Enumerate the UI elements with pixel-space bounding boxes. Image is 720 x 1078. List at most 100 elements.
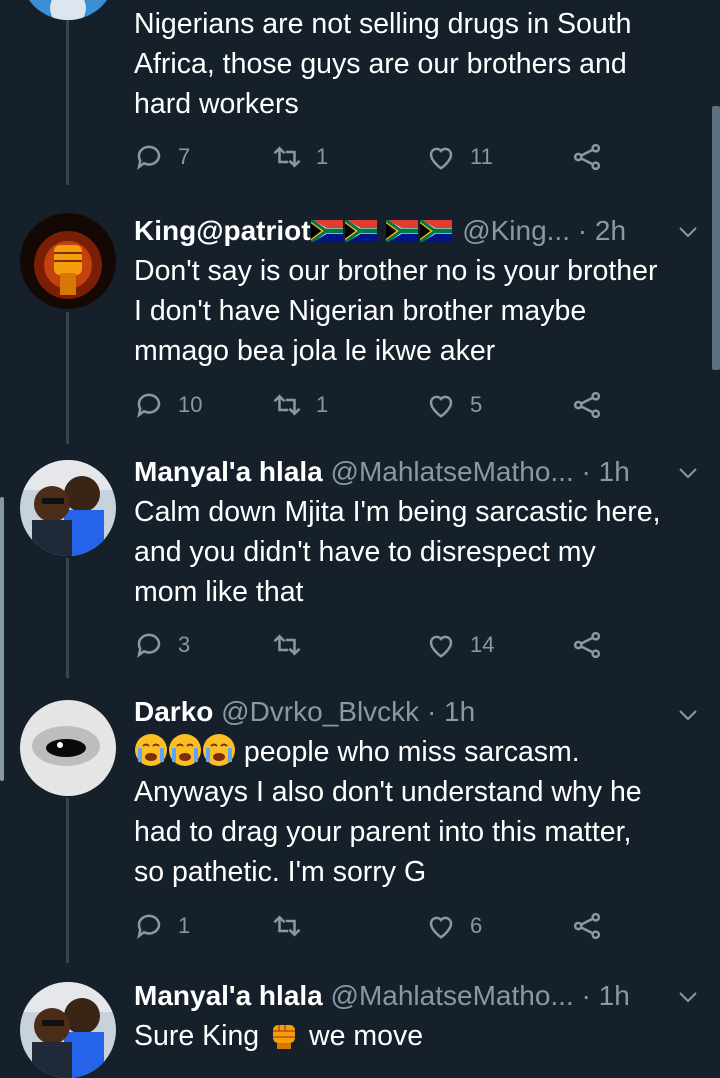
reply-count: 7 bbox=[178, 144, 191, 169]
share-button[interactable] bbox=[572, 908, 616, 944]
tweet-text-line: Sure King we move bbox=[134, 1016, 694, 1056]
tweet-text: we move bbox=[301, 1020, 424, 1052]
tweet-header: Darko @Dvrko_Blvckk · 1h bbox=[134, 692, 688, 732]
like-button[interactable]: 14 bbox=[426, 627, 494, 663]
tweet-header: Manyal'a hlala @MahlatseMatho... · 1h bbox=[134, 452, 688, 492]
share-icon bbox=[573, 391, 601, 419]
tweet-body: Nigerians are not selling drugs in South… bbox=[134, 4, 694, 124]
avatar[interactable] bbox=[20, 982, 116, 1078]
thread-line bbox=[66, 0, 69, 185]
flag-south-africa-icon bbox=[310, 215, 455, 246]
avatar[interactable] bbox=[20, 700, 116, 796]
tweet-text-line: mom like that bbox=[134, 576, 304, 608]
tweet-text-line: Anyways I also don't understand why he bbox=[134, 776, 642, 808]
retweet-button[interactable] bbox=[272, 627, 316, 663]
tweet-text-line: mmago bea jola le ikwe aker bbox=[134, 335, 496, 367]
tweet-text-line: Don't say is our brother no is your brot… bbox=[134, 255, 658, 287]
share-icon bbox=[573, 143, 601, 171]
share-button[interactable] bbox=[572, 387, 616, 423]
retweet-icon bbox=[273, 634, 301, 656]
handle[interactable]: @MahlatseMatho... bbox=[331, 980, 574, 1011]
like-count: 11 bbox=[470, 144, 493, 169]
tweet-text-line: had to drag your parent into this matter… bbox=[134, 816, 632, 848]
fist-emoji bbox=[267, 1020, 301, 1052]
like-button[interactable]: 5 bbox=[426, 387, 482, 423]
tweet-text-line: Africa, those guys are our brothers and bbox=[134, 48, 627, 80]
timestamp: · 1h bbox=[573, 456, 630, 487]
tweet-actions: 3 14 bbox=[134, 627, 634, 663]
handle[interactable]: @MahlatseMatho... bbox=[331, 456, 574, 487]
reply-button[interactable]: 3 bbox=[134, 627, 190, 663]
tweet-actions: 7 1 11 bbox=[134, 139, 634, 175]
reply-count: 3 bbox=[178, 632, 191, 657]
scrollbar[interactable] bbox=[712, 106, 720, 370]
display-name[interactable]: King@patriot bbox=[134, 215, 311, 246]
tweet-body: people who miss sarcasm. Anyways I also … bbox=[134, 732, 694, 892]
handle[interactable]: @King... bbox=[462, 215, 570, 246]
like-count: 5 bbox=[470, 392, 483, 417]
reply-button[interactable]: 1 bbox=[134, 908, 190, 944]
chevron-down-icon[interactable] bbox=[678, 990, 698, 1004]
retweet-button[interactable]: 1 bbox=[272, 139, 328, 175]
tweet-text-line: hard workers bbox=[134, 88, 299, 120]
thread-line bbox=[66, 558, 69, 678]
crying-face-emoji bbox=[134, 734, 236, 768]
avatar[interactable] bbox=[20, 0, 116, 20]
retweet-button[interactable]: 1 bbox=[272, 387, 328, 423]
display-name[interactable]: Manyal'a hlala bbox=[134, 456, 323, 487]
tweet-text: Sure King bbox=[134, 1020, 268, 1052]
thread-line bbox=[66, 312, 69, 444]
retweet-icon bbox=[273, 915, 301, 937]
tweet-header: King@patriot @King... · 2h bbox=[134, 211, 688, 251]
like-count: 14 bbox=[470, 632, 495, 657]
like-icon bbox=[429, 147, 453, 170]
share-icon bbox=[573, 912, 601, 940]
like-button[interactable]: 11 bbox=[426, 139, 493, 175]
reply-button[interactable]: 7 bbox=[134, 139, 190, 175]
tweet-text-line: and you didn't have to disrespect my bbox=[134, 536, 596, 568]
retweet-count: 1 bbox=[316, 392, 329, 417]
timestamp: · 1h bbox=[573, 980, 630, 1011]
tweet-header: Manyal'a hlala @MahlatseMatho... · 1h bbox=[134, 976, 688, 1016]
retweet-icon bbox=[273, 394, 301, 416]
like-icon bbox=[429, 395, 453, 418]
reply-count: 1 bbox=[178, 913, 191, 938]
avatar[interactable] bbox=[20, 460, 116, 556]
timestamp: · 1h bbox=[419, 696, 476, 727]
reply-icon bbox=[137, 145, 161, 170]
tweet-body: Calm down Mjita I'm being sarcastic here… bbox=[134, 492, 694, 612]
reply-icon bbox=[137, 393, 161, 418]
timestamp: · 2h bbox=[570, 215, 627, 246]
chevron-down-icon[interactable] bbox=[678, 466, 698, 480]
handle[interactable]: @Dvrko_Blvckk bbox=[221, 696, 419, 727]
like-count: 6 bbox=[470, 913, 483, 938]
reply-count: 10 bbox=[178, 392, 203, 417]
retweet-count: 1 bbox=[316, 144, 329, 169]
reply-button[interactable]: 10 bbox=[134, 387, 202, 423]
retweet-icon bbox=[273, 146, 301, 168]
like-icon bbox=[429, 916, 453, 939]
share-button[interactable] bbox=[572, 627, 616, 663]
tweet-text-line: people who miss sarcasm. bbox=[134, 732, 694, 772]
edge-panel-handle[interactable] bbox=[0, 497, 4, 781]
avatar[interactable] bbox=[20, 213, 116, 309]
chevron-down-icon[interactable] bbox=[678, 708, 698, 722]
tweet-body: Don't say is our brother no is your brot… bbox=[134, 251, 694, 371]
tweet-text-line: so pathetic. I'm sorry G bbox=[134, 856, 427, 888]
tweet-text-line: Calm down Mjita I'm being sarcastic here… bbox=[134, 496, 661, 528]
tweet-body: Sure King we move bbox=[134, 1016, 694, 1056]
display-name[interactable]: Darko bbox=[134, 696, 213, 727]
like-button[interactable]: 6 bbox=[426, 908, 482, 944]
retweet-button[interactable] bbox=[272, 908, 316, 944]
tweet-actions: 1 6 bbox=[134, 908, 634, 944]
chevron-down-icon[interactable] bbox=[678, 225, 698, 239]
share-icon bbox=[573, 631, 601, 659]
reply-icon bbox=[137, 914, 161, 939]
tweet-text-line: I don't have Nigerian brother maybe bbox=[134, 295, 587, 327]
tweet-text: people who miss sarcasm. bbox=[236, 736, 580, 768]
like-icon bbox=[429, 635, 453, 658]
thread-line bbox=[66, 798, 69, 963]
share-button[interactable] bbox=[572, 139, 616, 175]
display-name[interactable]: Manyal'a hlala bbox=[134, 980, 323, 1011]
tweet-text-line: Nigerians are not selling drugs in South bbox=[134, 8, 632, 40]
